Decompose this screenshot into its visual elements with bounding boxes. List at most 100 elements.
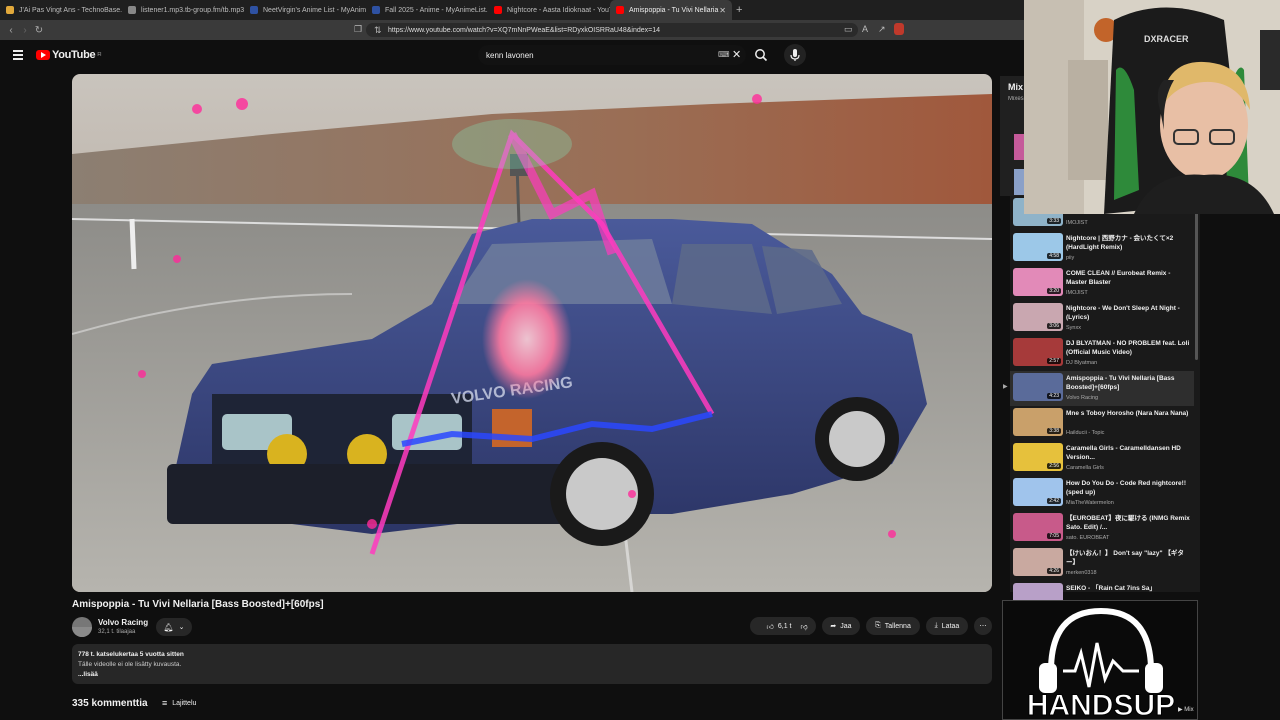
browser-tab[interactable]: NeetVirgin's Anime List - MyAnimeL bbox=[244, 0, 366, 20]
clear-search-icon[interactable]: ✕ bbox=[732, 48, 741, 61]
sort-label: Lajittelu bbox=[172, 699, 197, 707]
playlist-thumbnail[interactable]: 2:56 bbox=[1013, 443, 1063, 471]
youtube-logo[interactable]: YouTube FI bbox=[36, 49, 101, 61]
playlist-thumbnail[interactable]: 4:26 bbox=[1013, 548, 1063, 576]
video-player[interactable]: VOLVO RACING bbox=[72, 74, 992, 592]
playlist-thumbnail[interactable]: 2:57 bbox=[1013, 338, 1063, 366]
download-button[interactable]: ⤓ Lataa bbox=[926, 617, 968, 635]
menu-icon[interactable] bbox=[13, 50, 23, 60]
share-page-icon[interactable]: ↗ bbox=[878, 24, 886, 35]
youtube-header: YouTube FI kenn lavonen ⌨ ✕ bbox=[0, 40, 1024, 70]
description-box[interactable]: 778 t. katselukertaa 5 vuotta sitten Täl… bbox=[72, 644, 992, 684]
channel-name[interactable]: Volvo Racing bbox=[98, 618, 148, 627]
views-and-date: 778 t. katselukertaa 5 vuotta sitten bbox=[78, 651, 184, 658]
playlist-thumbnail[interactable]: 2:42 bbox=[1013, 478, 1063, 506]
playlist-item-channel: Synxx bbox=[1066, 325, 1081, 331]
webcam-image: DXRACER bbox=[1024, 0, 1280, 214]
playlist-item[interactable]: 2:42 How Do You Do - Code Red nightcore!!… bbox=[1010, 476, 1194, 511]
playlist-item-channel: Caramella Girls bbox=[1066, 465, 1104, 471]
close-tab-icon[interactable]: ✕ bbox=[719, 6, 726, 15]
playlist-item[interactable]: 2:56 Caramella Girls - Caramelldansen HD … bbox=[1010, 441, 1194, 476]
duration-badge: 3:38 bbox=[1047, 428, 1061, 434]
playlist-item-title: SEIKO - 「Rain Cat 7ins Sa」 bbox=[1066, 585, 1156, 592]
channel-avatar[interactable] bbox=[72, 617, 92, 637]
playlist-item-channel: Volvo Racing bbox=[1066, 395, 1099, 401]
save-button[interactable]: ⎘ Tallenna bbox=[866, 617, 920, 635]
browser-tab[interactable]: Amispoppia - Tu Vivi Nellaria ✕ bbox=[610, 0, 732, 20]
mix-thumb-1[interactable] bbox=[1014, 134, 1024, 160]
notification-button[interactable]: 🔔︎ ⌄ bbox=[156, 618, 192, 636]
playlist-item-channel: Hailducii - Topic bbox=[1066, 430, 1105, 436]
keyboard-icon[interactable]: ⌨ bbox=[718, 50, 730, 59]
playlist-thumbnail[interactable]: 7:05 bbox=[1013, 513, 1063, 541]
tab-label: Amispoppia - Tu Vivi Nellaria bbox=[629, 6, 719, 14]
thumbs-down-icon: 👎︎ bbox=[800, 623, 808, 631]
more-actions-button[interactable]: ⋯ bbox=[974, 617, 992, 635]
forward-icon[interactable]: › bbox=[18, 25, 32, 36]
more-icon: ⋯ bbox=[979, 623, 987, 630]
album-cover[interactable]: HANDSUP bbox=[1002, 600, 1198, 720]
search-input[interactable]: kenn lavonen bbox=[478, 45, 746, 65]
search-value: kenn lavonen bbox=[486, 51, 534, 60]
playlist-item-channel: piiy bbox=[1066, 255, 1075, 261]
extension-icon[interactable] bbox=[894, 23, 904, 35]
url-text: https://www.youtube.com/watch?v=XQ7mNnPW… bbox=[388, 26, 661, 34]
playlist-scrollbar[interactable] bbox=[1195, 210, 1198, 360]
new-tab-button[interactable]: + bbox=[736, 4, 742, 16]
playlist-item-title: 【EUROBEAT】夜に駆ける (INMG Remix Sato. Edit) … bbox=[1066, 515, 1190, 531]
install-app-icon[interactable]: ▭ bbox=[844, 24, 853, 35]
mix-thumb-2[interactable] bbox=[1014, 169, 1024, 195]
duration-badge: 2:57 bbox=[1047, 358, 1061, 364]
youtube-play-icon bbox=[36, 50, 50, 60]
browser-tab[interactable]: Fall 2025 - Anime - MyAnimeList.net bbox=[366, 0, 488, 20]
search-icon[interactable] bbox=[754, 48, 768, 62]
video-frame: VOLVO RACING bbox=[72, 74, 992, 592]
playlist-item-title: Nightcore | 西野カナ - 会いたくて×2 (HardLight Re… bbox=[1066, 235, 1174, 251]
sort-button[interactable]: ≡ Lajittelu bbox=[162, 698, 196, 708]
translate-icon[interactable]: A bbox=[862, 24, 868, 34]
browser-tab[interactable]: J'Ai Pas Vingt Ans - TechnoBase.FM bbox=[0, 0, 122, 20]
playlist-item[interactable]: 4:58 Nightcore | 西野カナ - 会いたくて×2 (HardLigh… bbox=[1010, 231, 1194, 266]
playlist-item[interactable]: 4:26 【けいおん！】 Don't say "lazy" 【ギター】 merken… bbox=[1010, 546, 1194, 581]
playlist-item[interactable]: 3:38 Mne s Toboy Horosho (Nara Nara Nana)… bbox=[1010, 406, 1194, 441]
microphone-icon bbox=[790, 49, 800, 61]
playlist-thumbnail[interactable]: 4:23 bbox=[1013, 373, 1063, 401]
playlist-item[interactable]: 2:57 DJ BLYATMAN - NO PROBLEM feat. Loli … bbox=[1010, 336, 1194, 371]
playlist-thumbnail[interactable]: 3:06 bbox=[1013, 303, 1063, 331]
show-more-link[interactable]: ...lisää bbox=[78, 670, 986, 680]
duration-badge: 4:58 bbox=[1047, 253, 1061, 259]
download-icon: ⤓ bbox=[934, 622, 938, 629]
reload-icon[interactable]: ↻ bbox=[32, 25, 46, 36]
playlist-item[interactable]: 3:20 COME CLEAN // Eurobeat Remix - Maste… bbox=[1010, 266, 1194, 301]
playlist-thumbnail[interactable]: 3:20 bbox=[1013, 268, 1063, 296]
webcam-overlay: DXRACER bbox=[1024, 0, 1280, 214]
playlist-thumbnail[interactable]: 4:58 bbox=[1013, 233, 1063, 261]
playlist-item[interactable]: 3:06 Nightcore - We Don't Sleep At Night … bbox=[1010, 301, 1194, 336]
browser-tab-bar: J'Ai Pas Vingt Ans - TechnoBase.FM listen… bbox=[0, 0, 1024, 20]
playlist-item-title: 【けいおん！】 Don't say "lazy" 【ギター】 bbox=[1066, 550, 1184, 566]
bell-icon: 🔔︎ bbox=[163, 622, 174, 632]
playlist-item-channel: IMOJIST bbox=[1066, 220, 1088, 226]
dislike-button[interactable]: 👎︎ bbox=[792, 617, 816, 635]
playlist-item[interactable]: ▶ 4:23 Amispoppia - Tu Vivi Nellaria [Bass… bbox=[1003, 371, 1194, 406]
browser-tab[interactable]: listener1.mp3.tb-group.fm/tb.mp3 bbox=[122, 0, 244, 20]
bookmark-icon[interactable]: ❐ bbox=[354, 24, 362, 35]
mix-subtitle: Mixes bbox=[1008, 96, 1024, 102]
browser-tab[interactable]: Nightcore - Aasta Idioknaat - YouTub bbox=[488, 0, 610, 20]
now-playing-icon: ▶ bbox=[1003, 384, 1008, 390]
tab-label: Nightcore - Aasta Idioknaat - YouTub bbox=[507, 6, 610, 14]
share-button[interactable]: ➦ Jaa bbox=[822, 617, 860, 635]
logo-text: YouTube bbox=[52, 49, 96, 61]
playlist-item[interactable]: 7:05 【EUROBEAT】夜に駆ける (INMG Remix Sato. Ed… bbox=[1010, 511, 1194, 546]
duration-badge: 4:23 bbox=[1047, 393, 1061, 399]
playlist-thumbnail[interactable]: 3:38 bbox=[1013, 408, 1063, 436]
playlist-item-channel: sato. EUROBEAT bbox=[1066, 535, 1110, 541]
voice-search-button[interactable] bbox=[784, 44, 806, 66]
tab-favicon-icon bbox=[494, 6, 502, 14]
save-label: Tallenna bbox=[884, 622, 911, 630]
url-field[interactable]: ⇅ https://www.youtube.com/watch?v=XQ7mNn… bbox=[366, 23, 858, 37]
thumbs-up-icon: 👍︎ bbox=[766, 623, 774, 631]
site-info-icon[interactable]: ⇅ bbox=[374, 25, 382, 36]
back-icon[interactable]: ‹ bbox=[4, 25, 18, 36]
duration-badge: 4:26 bbox=[1047, 568, 1061, 574]
